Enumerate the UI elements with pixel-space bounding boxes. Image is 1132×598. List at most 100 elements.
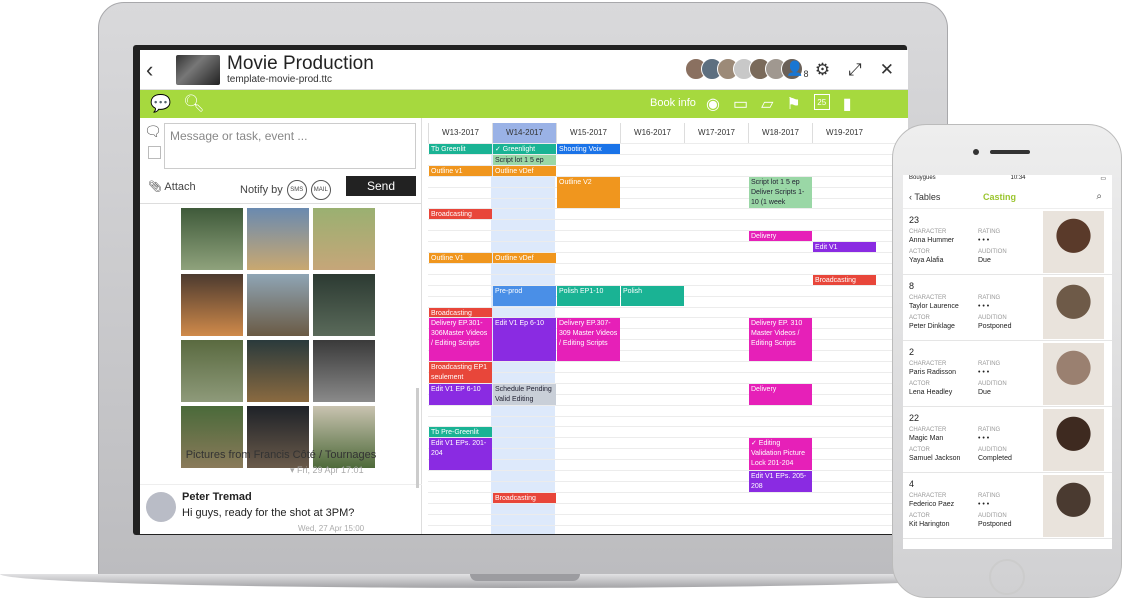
calendar-event[interactable]: Shooting Voix bbox=[557, 144, 620, 154]
calendar-event[interactable]: Broadcasting bbox=[429, 307, 492, 318]
photo-thumbnail[interactable] bbox=[313, 274, 375, 336]
sender-name: Peter Tremad bbox=[182, 491, 252, 503]
week-header[interactable]: W14-2017 bbox=[492, 123, 556, 143]
photo-thumbnail[interactable] bbox=[247, 208, 309, 270]
calendar-event[interactable]: Script lot 1 5 ep bbox=[493, 154, 556, 165]
attach-button[interactable]: 📎︎ Attach bbox=[148, 180, 196, 193]
scrollbar[interactable] bbox=[416, 388, 419, 488]
actor-label: ACTOR bbox=[909, 513, 930, 519]
notify-label: Notify by bbox=[240, 184, 283, 196]
photo-thumbnail[interactable] bbox=[181, 274, 243, 336]
actor-photo bbox=[1043, 475, 1104, 537]
calendar-event[interactable]: Broadcasting bbox=[493, 492, 556, 503]
calendar-event[interactable]: Edit V1 EPs. 205-208 bbox=[749, 471, 812, 492]
calendar-event[interactable]: Script lot 1 5 ep Deliver Scripts 1-10 (… bbox=[749, 176, 812, 209]
character-value: Taylor Laurence bbox=[909, 303, 959, 310]
flag-icon[interactable]: ⚑ bbox=[786, 94, 800, 114]
expand-icon[interactable]: ⤢ bbox=[848, 60, 862, 80]
calendar-event[interactable]: Broadcasting EP1 seulement bbox=[429, 362, 492, 383]
calendar-event[interactable]: Broadcasting bbox=[813, 274, 876, 285]
image-icon[interactable]: ◉ bbox=[706, 94, 720, 114]
calendar-event[interactable]: Edit V1 EP 6-10 bbox=[429, 383, 492, 405]
calendar-event[interactable]: Delivery EP. 310 Master Videos / Editing… bbox=[749, 318, 812, 361]
message-date: Wed, 27 Apr 15:00 bbox=[298, 524, 365, 533]
phone-title: Casting bbox=[983, 191, 1017, 202]
avatar bbox=[146, 492, 176, 522]
week-header[interactable]: W19-2017 bbox=[812, 123, 876, 143]
calendar-event[interactable]: Outline vDef bbox=[493, 253, 556, 263]
list-item[interactable]: 2 CHARACTER Paris Radisson RATING • • • … bbox=[903, 341, 1112, 407]
home-button[interactable] bbox=[989, 559, 1025, 595]
calendar-event[interactable]: Edit V1 EPs. 201-204 bbox=[429, 438, 492, 470]
photo-thumbnail[interactable] bbox=[247, 340, 309, 402]
back-icon[interactable]: ‹ bbox=[146, 57, 166, 83]
back-button[interactable]: ‹ Tables bbox=[909, 192, 940, 202]
calendar-event[interactable]: Polish bbox=[621, 285, 684, 307]
search-icon[interactable]: 🔍︎ bbox=[183, 94, 205, 114]
calendar-event[interactable]: Schedule Pending Valid Editing bbox=[493, 383, 556, 405]
list-item[interactable]: 22 CHARACTER Magic Man RATING • • • ACTO… bbox=[903, 407, 1112, 473]
calendar-event[interactable]: Broadcasting bbox=[429, 209, 492, 220]
chat-icon[interactable]: 💬 bbox=[150, 94, 171, 114]
photo-thumbnail[interactable] bbox=[181, 340, 243, 402]
rating-value: • • • bbox=[978, 237, 990, 244]
page-subtitle: template-movie-prod.ttc bbox=[227, 74, 333, 85]
photo-thumbnail[interactable] bbox=[181, 208, 243, 270]
actor-photo bbox=[1043, 211, 1104, 273]
card-number: 2 bbox=[909, 347, 915, 357]
calendar-grid: W13-2017 W14-2017 W15-2017 W16-2017 W17-2017… bbox=[428, 123, 908, 534]
actor-photo bbox=[1043, 277, 1104, 339]
week-header[interactable]: W17-2017 bbox=[684, 123, 748, 143]
calendar-event[interactable]: Delivery bbox=[749, 231, 812, 242]
grid-line bbox=[428, 426, 908, 428]
add-member-icon[interactable]: 👤8 bbox=[786, 60, 808, 79]
character-value: Federico Paez bbox=[909, 501, 955, 508]
week-header[interactable]: W15-2017 bbox=[556, 123, 620, 143]
calendar-event[interactable]: Pre-prod bbox=[493, 285, 556, 307]
book-info-link[interactable]: Book info bbox=[650, 97, 696, 109]
note-icon[interactable]: ▱ bbox=[761, 94, 773, 114]
week-header[interactable]: W16-2017 bbox=[620, 123, 684, 143]
rating-value: • • • bbox=[978, 303, 990, 310]
calendar-event[interactable]: Outline V2 bbox=[557, 176, 620, 209]
photo-thumbnail[interactable] bbox=[247, 274, 309, 336]
photo-thumbnail[interactable] bbox=[313, 340, 375, 402]
calendar-event[interactable]: ✓ Greenlight bbox=[493, 144, 556, 154]
calendar-event[interactable]: Outline V1 bbox=[429, 253, 492, 263]
calendar-event[interactable]: Edit V1 bbox=[813, 242, 876, 252]
task-checkbox[interactable] bbox=[148, 146, 161, 159]
calendar-event[interactable]: Tb Greenlit bbox=[429, 144, 492, 154]
search-icon[interactable]: ⌕ bbox=[1096, 191, 1102, 202]
calendar-icon[interactable]: 25 bbox=[813, 94, 830, 110]
sms-toggle[interactable]: SMS bbox=[286, 180, 307, 200]
week-header[interactable]: W13-2017 bbox=[428, 123, 492, 143]
calendar-event[interactable]: Outline vDef bbox=[493, 165, 556, 176]
list-item[interactable]: 23 CHARACTER Anna Hummer RATING • • • AC… bbox=[903, 209, 1112, 275]
message-input[interactable]: Message or task, event ... bbox=[164, 123, 416, 169]
chart-icon[interactable]: ▮ bbox=[843, 94, 852, 114]
calendar-event[interactable]: Delivery EP.301-306Master Videos / Editi… bbox=[429, 318, 492, 361]
actor-value: Samuel Jackson bbox=[909, 455, 961, 462]
rating-label: RATING bbox=[978, 295, 1001, 301]
list-item[interactable]: 8 CHARACTER Taylor Laurence RATING • • •… bbox=[903, 275, 1112, 341]
calendar-event[interactable]: Outline v1 bbox=[429, 165, 492, 176]
calendar-event[interactable]: Delivery bbox=[749, 383, 812, 405]
gear-icon[interactable]: ⚙ bbox=[815, 60, 830, 80]
mail-toggle[interactable]: MAIL bbox=[310, 180, 331, 200]
week-header[interactable]: W18-2017 bbox=[748, 123, 812, 143]
send-button[interactable]: Send bbox=[346, 176, 416, 196]
calendar-event[interactable]: Edit V1 Ep 6-10 bbox=[493, 318, 556, 361]
calendar-event[interactable]: Polish EP1-10 bbox=[557, 285, 620, 307]
character-label: CHARACTER bbox=[909, 361, 947, 367]
close-icon[interactable]: ✕ bbox=[880, 60, 894, 80]
folder-icon[interactable]: ▭ bbox=[733, 94, 748, 114]
calendar-event[interactable]: Tb Pre-Greenlit bbox=[429, 427, 492, 438]
calendar-event[interactable]: Delivery EP.307-309 Master Videos / Edit… bbox=[557, 318, 620, 361]
attach-label: Attach bbox=[164, 181, 196, 193]
list-item[interactable]: 4 CHARACTER Federico Paez RATING • • • A… bbox=[903, 473, 1112, 539]
photo-thumbnail[interactable] bbox=[313, 208, 375, 270]
toolbar: 💬 🔍︎ Book info ◉ ▭ ▱ ⚑ 25 ▮ bbox=[140, 90, 908, 118]
calendar-event[interactable]: ✓ Editing Validation Picture Lock 201-20… bbox=[749, 438, 812, 470]
actor-label: ACTOR bbox=[909, 249, 930, 255]
list-item[interactable]: Peter Tremad Hi guys, ready for the shot… bbox=[140, 484, 422, 534]
